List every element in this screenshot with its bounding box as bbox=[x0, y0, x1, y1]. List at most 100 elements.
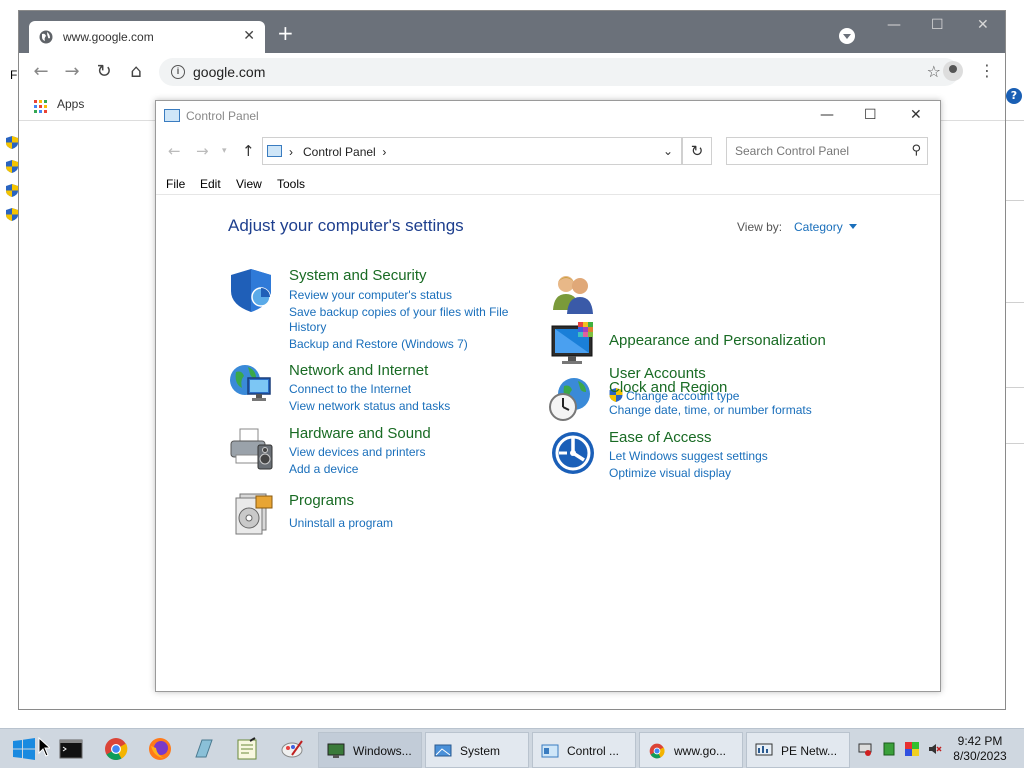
url-text: google.com bbox=[193, 64, 266, 80]
address-box[interactable]: › Control Panel › ⌄ bbox=[262, 137, 682, 165]
paint-icon[interactable] bbox=[280, 737, 304, 761]
taskbar-button-label: Windows... bbox=[353, 744, 412, 758]
background-window bbox=[0, 0, 20, 728]
link-windows-suggest[interactable]: Let Windows suggest settings bbox=[609, 448, 768, 464]
help-icon[interactable]: ? bbox=[1006, 88, 1022, 104]
search-icon[interactable]: ⚲ bbox=[911, 143, 921, 158]
minimize-icon[interactable]: — bbox=[820, 107, 834, 123]
refresh-button[interactable]: ↻ bbox=[682, 137, 712, 165]
up-arrow-icon[interactable]: ↑ bbox=[242, 142, 255, 160]
recent-locations-icon[interactable]: ▾ bbox=[222, 146, 227, 156]
minimize-icon[interactable]: — bbox=[887, 17, 901, 33]
control-panel-icon bbox=[541, 744, 559, 758]
browser-tab[interactable]: www.google.com ✕ bbox=[29, 21, 265, 53]
chrome-icon[interactable] bbox=[104, 737, 128, 761]
search-input[interactable] bbox=[727, 138, 899, 164]
view-by-dropdown[interactable]: Category bbox=[794, 220, 857, 234]
firefox-icon[interactable] bbox=[148, 737, 172, 761]
chrome-toolbar: ← → ↻ ⌂ i google.com ☆ bbox=[19, 53, 1005, 91]
view-by-label: View by: bbox=[737, 220, 783, 234]
display-icon[interactable] bbox=[905, 742, 919, 756]
monitor-icon[interactable] bbox=[550, 320, 596, 366]
shield-icon bbox=[6, 136, 18, 149]
maximize-icon[interactable]: ☐ bbox=[864, 107, 877, 123]
app-icon[interactable] bbox=[192, 737, 216, 761]
network-icon[interactable] bbox=[228, 360, 274, 406]
ease-of-access-icon[interactable] bbox=[550, 430, 596, 476]
taskbar-button-label: System bbox=[460, 744, 501, 758]
profile-avatar[interactable] bbox=[943, 61, 963, 81]
category-appearance-and-personalization[interactable]: Appearance and Personalization bbox=[609, 332, 826, 349]
chrome-tab-strip: www.google.com ✕ + — ☐ ✕ bbox=[19, 11, 1005, 53]
network-icon bbox=[755, 743, 773, 756]
clock-icon[interactable] bbox=[548, 376, 594, 422]
back-arrow-icon[interactable]: ← bbox=[168, 142, 181, 160]
category-ease-of-access[interactable]: Ease of Access bbox=[609, 429, 712, 446]
category-programs[interactable]: Programs bbox=[289, 492, 354, 509]
apps-link[interactable]: Apps bbox=[57, 97, 84, 111]
reload-button[interactable]: ↻ bbox=[93, 61, 115, 83]
category-clock-and-region[interactable]: Clock and Region bbox=[609, 379, 727, 396]
close-tab-icon[interactable]: ✕ bbox=[243, 27, 255, 44]
chevron-down-icon[interactable]: ⌄ bbox=[663, 144, 673, 158]
chrome-icon bbox=[649, 743, 665, 759]
link-uninstall-program[interactable]: Uninstall a program bbox=[289, 515, 393, 531]
address-bar[interactable]: i google.com ☆ bbox=[159, 58, 959, 86]
tab-title: www.google.com bbox=[63, 30, 154, 44]
category-hardware-and-sound[interactable]: Hardware and Sound bbox=[289, 425, 431, 442]
back-button[interactable]: ← bbox=[30, 61, 52, 83]
link-file-history-cont[interactable]: History bbox=[289, 319, 326, 335]
forward-arrow-icon[interactable]: → bbox=[196, 142, 209, 160]
close-window-icon[interactable]: ✕ bbox=[910, 107, 922, 123]
menu-kebab-icon[interactable]: ⋮ bbox=[979, 61, 995, 80]
bookmark-star-icon[interactable]: ☆ bbox=[927, 62, 941, 81]
tab-search-button[interactable] bbox=[839, 28, 855, 44]
clock-date: 8/30/2023 bbox=[953, 749, 1007, 763]
link-connect-internet[interactable]: Connect to the Internet bbox=[289, 381, 411, 397]
forward-button[interactable]: → bbox=[61, 61, 83, 83]
breadcrumb[interactable]: › Control Panel › bbox=[289, 145, 386, 159]
shield-icon bbox=[6, 208, 18, 221]
users-icon[interactable] bbox=[550, 270, 596, 316]
shield-icon[interactable] bbox=[229, 267, 275, 313]
new-tab-button[interactable]: + bbox=[277, 23, 294, 43]
menu-bar: File Edit View Tools bbox=[156, 175, 940, 195]
link-add-device[interactable]: Add a device bbox=[289, 461, 358, 477]
taskbar-button-pe-network[interactable]: PE Netw... bbox=[746, 732, 850, 768]
windows-start-icon[interactable] bbox=[12, 737, 36, 761]
terminal-icon[interactable] bbox=[59, 737, 83, 761]
link-optimize-display[interactable]: Optimize visual display bbox=[609, 465, 731, 481]
volume-muted-icon[interactable] bbox=[928, 742, 942, 756]
menu-file[interactable]: File bbox=[166, 177, 185, 191]
link-backup-restore[interactable]: Backup and Restore (Windows 7) bbox=[289, 336, 468, 352]
menu-view[interactable]: View bbox=[236, 177, 262, 191]
notepad-icon[interactable] bbox=[235, 737, 259, 761]
link-file-history[interactable]: Save backup copies of your files with Fi… bbox=[289, 304, 508, 320]
home-button[interactable]: ⌂ bbox=[125, 61, 147, 83]
breadcrumb-control-panel[interactable]: Control Panel bbox=[303, 145, 376, 159]
close-window-icon[interactable]: ✕ bbox=[977, 17, 989, 33]
taskbar-button-windows[interactable]: Windows... bbox=[318, 732, 422, 768]
menu-edit[interactable]: Edit bbox=[200, 177, 221, 191]
printer-icon[interactable] bbox=[228, 425, 274, 471]
link-review-status[interactable]: Review your computer's status bbox=[289, 287, 452, 303]
menu-tools[interactable]: Tools bbox=[277, 177, 305, 191]
taskbar-button-chrome[interactable]: www.go... bbox=[639, 732, 743, 768]
taskbar-button-label: PE Netw... bbox=[781, 744, 838, 758]
network-status-icon[interactable] bbox=[858, 742, 872, 756]
taskbar-button-label: www.go... bbox=[674, 744, 727, 758]
battery-icon[interactable] bbox=[882, 742, 896, 756]
taskbar-button-system[interactable]: System bbox=[425, 732, 529, 768]
link-change-date-formats[interactable]: Change date, time, or number formats bbox=[609, 402, 812, 418]
category-system-and-security[interactable]: System and Security bbox=[289, 267, 427, 284]
link-network-status[interactable]: View network status and tasks bbox=[289, 398, 450, 414]
maximize-icon[interactable]: ☐ bbox=[931, 17, 944, 33]
info-icon[interactable]: i bbox=[171, 65, 185, 79]
search-box[interactable]: ⚲ bbox=[726, 137, 928, 165]
apps-grid-icon[interactable] bbox=[34, 100, 47, 113]
taskbar-button-control-panel[interactable]: Control ... bbox=[532, 732, 636, 768]
programs-icon[interactable] bbox=[228, 490, 274, 536]
link-devices-printers[interactable]: View devices and printers bbox=[289, 444, 426, 460]
system-clock[interactable]: 9:42 PM 8/30/2023 bbox=[946, 734, 1014, 764]
category-network-and-internet[interactable]: Network and Internet bbox=[289, 362, 428, 379]
